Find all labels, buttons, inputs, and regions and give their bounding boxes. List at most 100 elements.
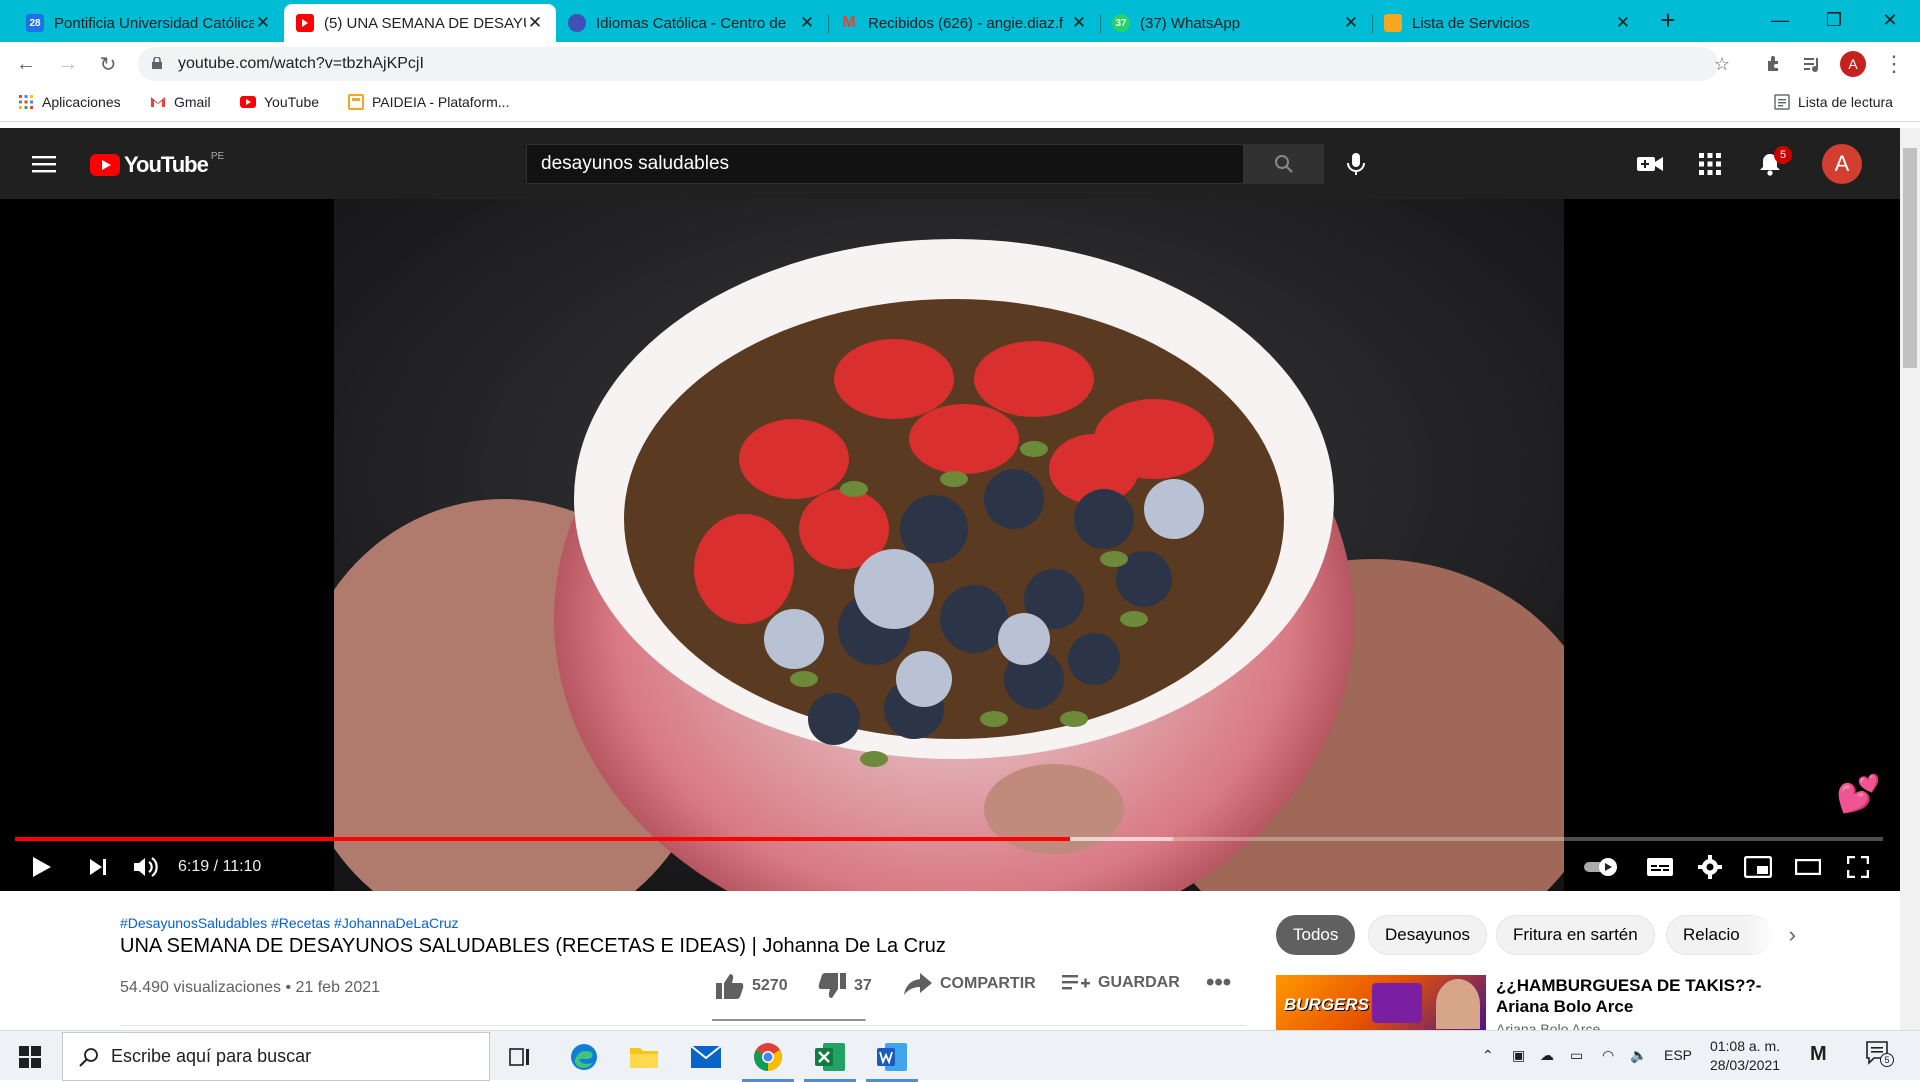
chip-todos[interactable]: Todos — [1276, 915, 1356, 955]
address-bar[interactable]: youtube.com/watch?v=tbzhAjKPcjI — [138, 47, 1718, 81]
tab-youtube[interactable]: (5) UNA SEMANA DE DESAYUNOS ✕ — [284, 4, 556, 42]
apps-grid-icon[interactable] — [1694, 148, 1726, 180]
usb-device-icon[interactable]: ▣ — [1512, 1047, 1525, 1064]
fullscreen-button[interactable] — [1840, 849, 1876, 885]
create-video-icon[interactable] — [1634, 148, 1666, 180]
tab-title: (5) UNA SEMANA DE DESAYUNOS — [324, 14, 526, 32]
show-hidden-icons-icon[interactable]: ⌃ — [1482, 1047, 1494, 1064]
word-icon[interactable] — [866, 1039, 918, 1082]
tab-title: (37) WhatsApp — [1140, 14, 1241, 32]
played-bar — [15, 837, 1071, 841]
chip-fritura[interactable]: Fritura en sartén — [1496, 915, 1655, 955]
like-button[interactable]: 5270 — [716, 973, 788, 999]
play-button[interactable] — [24, 849, 60, 885]
chrome-icon[interactable] — [742, 1039, 794, 1082]
tab-pucp[interactable]: 28 Pontificia Universidad Católica ✕ — [14, 4, 284, 42]
search-button[interactable] — [1244, 144, 1324, 184]
subtitles-button[interactable] — [1642, 849, 1678, 885]
dislike-button[interactable]: 37 — [818, 973, 872, 999]
minimize-icon[interactable]: — — [1752, 0, 1808, 40]
video-image-bowl — [334, 199, 1564, 891]
wifi-icon[interactable]: ◠ — [1602, 1047, 1614, 1064]
thumb-person-image — [1436, 979, 1480, 1029]
tab-servicios[interactable]: Lista de Servicios ✕ — [1372, 4, 1644, 42]
bookmark-paideia[interactable]: PAIDEIA - Plataform... — [348, 94, 509, 110]
logo-text: YouTube — [124, 152, 209, 177]
back-icon[interactable]: ← — [10, 48, 42, 80]
input-language[interactable]: ESP — [1664, 1047, 1692, 1063]
youtube-account-avatar[interactable]: A — [1822, 144, 1862, 184]
battery-icon[interactable]: ▭ — [1570, 1047, 1583, 1064]
page-scrollbar[interactable] — [1900, 128, 1920, 1030]
save-button[interactable]: GUARDAR — [1062, 973, 1180, 993]
next-button[interactable] — [80, 849, 116, 885]
paideia-icon — [348, 94, 364, 110]
profile-avatar[interactable]: A — [1840, 51, 1866, 77]
bookmark-youtube[interactable]: YouTube — [240, 94, 319, 110]
reading-list[interactable]: Lista de lectura — [1774, 94, 1893, 110]
search-input[interactable]: desayunos saludables — [526, 144, 1244, 184]
close-tab-icon[interactable]: ✕ — [526, 13, 544, 33]
gear-icon — [1698, 855, 1722, 879]
chips-next-chevron-icon[interactable]: › — [1744, 915, 1818, 955]
forward-icon[interactable]: → — [52, 48, 84, 80]
mail-icon[interactable] — [688, 1039, 724, 1075]
reading-list-label: Lista de lectura — [1798, 94, 1893, 110]
video-frame[interactable] — [334, 199, 1564, 891]
extensions-icon[interactable] — [1762, 52, 1786, 76]
settings-button[interactable] — [1692, 849, 1728, 885]
hamburger-menu-icon[interactable] — [28, 148, 60, 180]
media-control-icon[interactable] — [1800, 52, 1824, 76]
menu-kebab-icon[interactable]: ⋮ — [1882, 51, 1906, 76]
youtube-logo[interactable]: YouTube PE — [90, 151, 224, 178]
bookmark-apps[interactable]: Aplicaciones — [18, 94, 121, 110]
onedrive-icon[interactable]: ☁ — [1540, 1047, 1554, 1064]
chip-desayunos[interactable]: Desayunos — [1368, 915, 1488, 955]
miniplayer-button[interactable] — [1740, 849, 1776, 885]
bookmark-label: Gmail — [174, 94, 211, 110]
tab-idiomas[interactable]: Idiomas Católica - Centro de ✕ — [556, 4, 828, 42]
time-display: 6:19 / 11:10 — [178, 858, 262, 875]
tab-title: Pontificia Universidad Católica — [54, 14, 254, 32]
system-clock[interactable]: 01:08 a. m. 28/03/2021 — [1700, 1037, 1790, 1075]
reload-icon[interactable]: ↻ — [92, 48, 124, 80]
meet-now-icon[interactable]: M — [1810, 1043, 1827, 1066]
restore-icon[interactable]: ❐ — [1806, 0, 1862, 40]
video-player[interactable]: 💕 6:19 / 11:10 — [0, 199, 1900, 891]
star-icon[interactable]: ☆ — [1710, 52, 1734, 76]
close-tab-icon[interactable]: ✕ — [1614, 13, 1632, 33]
more-actions-icon[interactable]: ••• — [1206, 969, 1231, 997]
tab-gmail[interactable]: M Recibidos (626) - angie.diaz.f ✕ — [828, 4, 1100, 42]
edge-icon[interactable] — [566, 1039, 602, 1075]
task-view-icon[interactable] — [502, 1039, 538, 1075]
close-tab-icon[interactable]: ✕ — [1342, 13, 1360, 33]
progress-bar[interactable] — [15, 837, 1883, 841]
new-tab-icon[interactable]: + — [1640, 0, 1696, 40]
recommendation-title[interactable]: ¿¿HAMBURGUESA DE TAKIS??- Ariana Bolo Ar… — [1496, 975, 1796, 1017]
recommendation-thumbnail[interactable]: BURGERS CON — [1276, 975, 1486, 1030]
microphone-icon[interactable] — [1340, 148, 1372, 180]
close-tab-icon[interactable]: ✕ — [798, 13, 816, 33]
share-label: COMPARTIR — [940, 975, 1036, 992]
speaker-icon[interactable]: 🔈 — [1630, 1047, 1647, 1064]
file-explorer-icon[interactable] — [626, 1039, 662, 1075]
share-icon — [904, 973, 932, 995]
taskbar-search-input[interactable]: Escribe aquí para buscar — [62, 1032, 490, 1081]
close-window-icon[interactable]: ✕ — [1862, 0, 1918, 40]
tab-whatsapp[interactable]: 37 (37) WhatsApp ✕ — [1100, 4, 1372, 42]
miniplayer-icon — [1744, 856, 1772, 878]
action-center-icon[interactable]: 5 — [1866, 1041, 1894, 1068]
hashtags[interactable]: #DesayunosSaludables #Recetas #JohannaDe… — [120, 915, 459, 931]
scrollbar-thumb[interactable] — [1903, 148, 1917, 368]
excel-icon[interactable] — [804, 1039, 856, 1082]
notification-count-badge: 5 — [1774, 146, 1792, 164]
share-button[interactable]: COMPARTIR — [904, 973, 1036, 995]
windows-start-icon[interactable] — [12, 1039, 48, 1075]
close-tab-icon[interactable]: ✕ — [254, 13, 272, 33]
bookmark-gmail[interactable]: Gmail — [150, 94, 211, 110]
volume-button[interactable] — [128, 849, 164, 885]
autoplay-toggle[interactable] — [1584, 849, 1620, 885]
views-and-date: 54.490 visualizaciones • 21 feb 2021 — [120, 979, 381, 996]
theater-mode-button[interactable] — [1790, 849, 1826, 885]
close-tab-icon[interactable]: ✕ — [1070, 13, 1088, 33]
